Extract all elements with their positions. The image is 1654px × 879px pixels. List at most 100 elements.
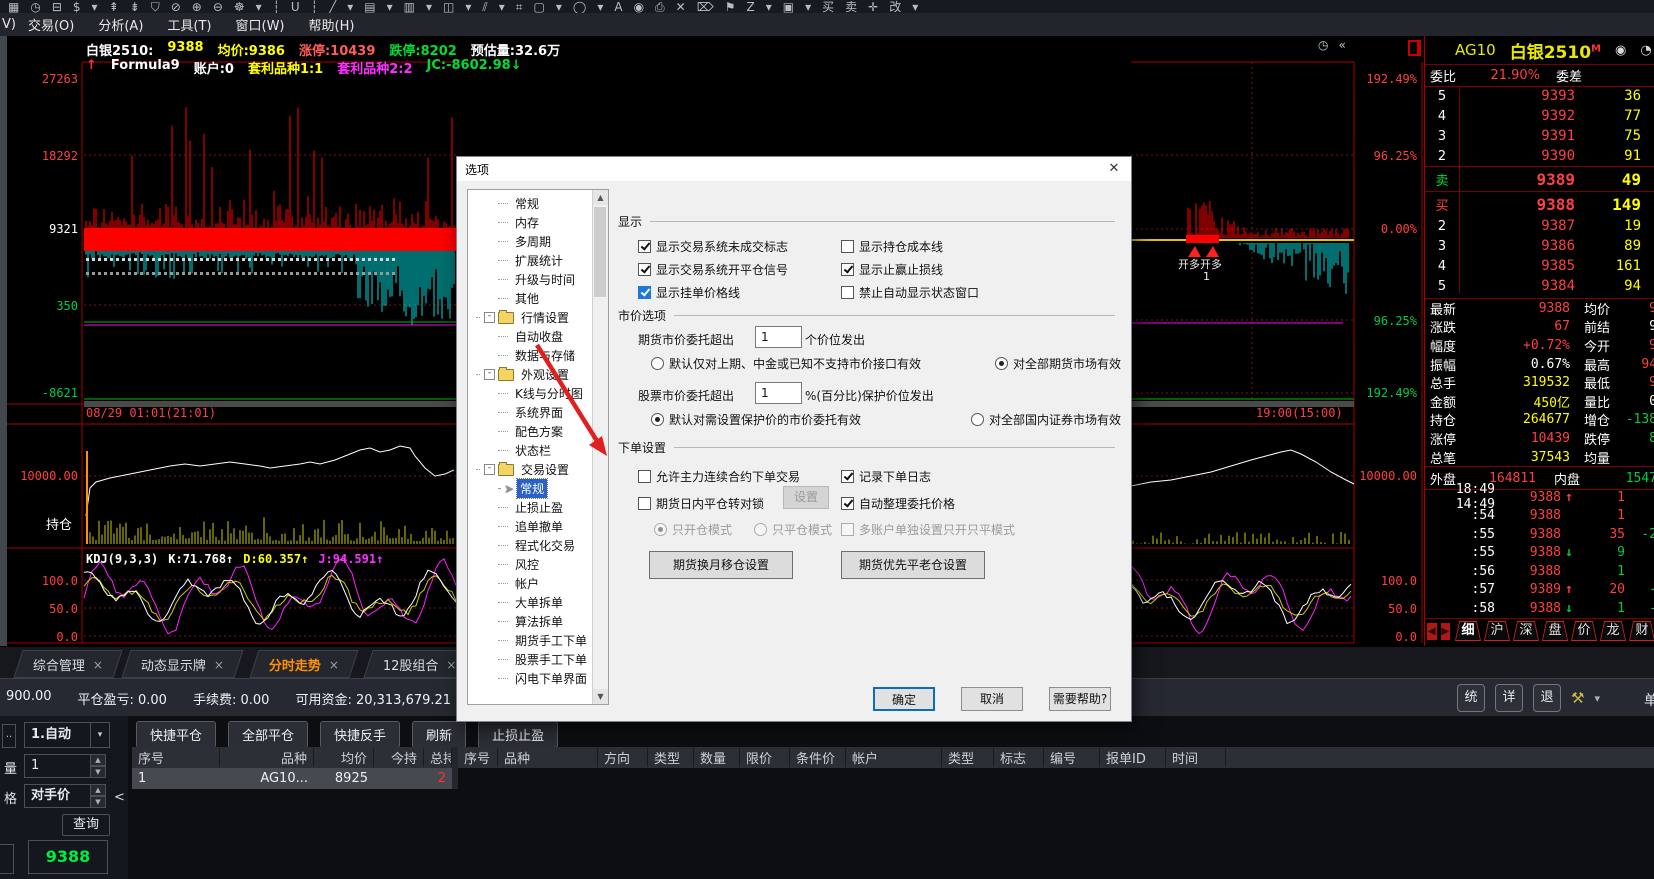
scrollbar-thumb[interactable] bbox=[594, 207, 606, 297]
close-tab-icon[interactable]: × bbox=[329, 657, 339, 671]
settings-button[interactable]: 期货换月移仓设置 bbox=[649, 551, 793, 579]
toolbar-icon[interactable]: ⛉ bbox=[151, 0, 160, 13]
order-checkbox[interactable]: 记录下单日志 bbox=[841, 463, 955, 490]
chevron-down-icon[interactable]: ▾ bbox=[1594, 692, 1600, 705]
page-tab[interactable]: 动态显示牌× bbox=[121, 650, 243, 678]
tree-item[interactable]: ➤ K线与分时图 bbox=[468, 384, 590, 403]
toolbar-icon[interactable]: 改 bbox=[889, 0, 901, 13]
toolbar-icon[interactable]: ▾ bbox=[465, 0, 471, 13]
tree-item[interactable]: ➤ 期货手工下单 bbox=[468, 631, 590, 650]
toolbar-icon[interactable]: ◫ bbox=[443, 0, 454, 13]
toolbar-icon[interactable]: 卖 bbox=[845, 0, 857, 13]
quote-tab[interactable]: 财 bbox=[1629, 621, 1654, 641]
display-checkbox[interactable]: 显示止赢止损线 bbox=[841, 258, 979, 281]
toolbar-icon[interactable]: ✛ bbox=[868, 0, 878, 13]
quote-tab[interactable]: 沪 bbox=[1484, 621, 1510, 641]
futures-scope-radio[interactable]: 默认仅对上期、中金或已知不支持市价接口有效 bbox=[651, 355, 921, 372]
status-button[interactable]: 详 bbox=[1495, 684, 1523, 712]
dialog-footer-button[interactable]: 需要帮助? bbox=[1049, 687, 1111, 711]
ask-row[interactable]: 4939277 bbox=[1425, 106, 1654, 126]
stock-percent-input[interactable]: 1 bbox=[755, 382, 802, 404]
query-button[interactable]: 查询 bbox=[62, 814, 110, 836]
quote-tab[interactable]: 盘 bbox=[1542, 621, 1568, 641]
tree-item[interactable]: ➤ 其他 bbox=[468, 289, 590, 308]
toolbar-icon[interactable]: ▢ bbox=[534, 0, 545, 13]
order-checkbox[interactable]: 自动整理委托价格 bbox=[841, 490, 955, 517]
toolbar-icon[interactable]: ◯ bbox=[573, 0, 586, 13]
menu-item[interactable]: 分析(A) bbox=[86, 15, 155, 34]
mode-radio[interactable]: 只平仓模式 bbox=[754, 521, 832, 538]
scroll-left-icon[interactable]: ◀ bbox=[1427, 623, 1437, 640]
column-header[interactable]: 类型 bbox=[648, 748, 694, 767]
tree-item[interactable]: ➤ 追单撤单 bbox=[468, 517, 590, 536]
price-type-input[interactable]: 对手价 bbox=[24, 784, 92, 808]
bid-row[interactable]: 2938719 bbox=[1425, 216, 1654, 236]
quick-action-button[interactable]: 刷新 bbox=[412, 721, 466, 748]
column-header[interactable]: 今持 bbox=[374, 748, 424, 767]
column-header[interactable]: 品种 bbox=[220, 748, 314, 767]
toolbar-icon[interactable]: ◷ bbox=[30, 0, 40, 13]
dialog-footer-button[interactable]: 取消 bbox=[961, 687, 1023, 711]
menu-item[interactable]: 窗口(W) bbox=[224, 15, 297, 34]
tree-item[interactable]: ➤ 帐户 bbox=[468, 574, 590, 593]
bid-row[interactable]: 49385161 bbox=[1425, 256, 1654, 276]
page-tab[interactable]: 综合管理× bbox=[13, 650, 122, 678]
tree-item[interactable]: ➤ 大单拆单 bbox=[468, 593, 590, 612]
column-header[interactable]: 数量 bbox=[694, 748, 740, 767]
tree-item[interactable]: ➤ 风控 bbox=[468, 555, 590, 574]
toolbar-icon[interactable]: ◉ bbox=[634, 0, 644, 13]
quantity-input[interactable]: 1 bbox=[24, 754, 92, 778]
ask-row[interactable]: 5939336 bbox=[1425, 86, 1654, 106]
display-checkbox[interactable]: 显示挂单价格线 bbox=[638, 281, 788, 304]
tree-item[interactable]: ➤ 闪电下单界面 bbox=[468, 669, 590, 688]
toolbar-icon[interactable]: ▤ bbox=[364, 0, 375, 13]
toolbar-icon[interactable]: $ bbox=[73, 0, 81, 13]
tree-item[interactable]: ➤ 系统界面 bbox=[468, 403, 590, 422]
toolbar-icon[interactable]: ⇟ bbox=[130, 0, 140, 13]
radar-icon[interactable]: ◉ bbox=[1615, 43, 1626, 58]
menu-item[interactable]: 交易(O) bbox=[16, 15, 86, 34]
column-header[interactable]: 总持 bbox=[424, 748, 452, 767]
quick-action-button[interactable]: 快捷反手 bbox=[320, 721, 400, 748]
quote-tab[interactable]: 龙 bbox=[1600, 621, 1626, 641]
column-header[interactable]: 标志 bbox=[994, 748, 1044, 767]
ask-row[interactable]: 3939175 bbox=[1425, 126, 1654, 146]
display-checkbox[interactable]: 显示交易系统开平仓信号 bbox=[638, 258, 788, 281]
toolbar-icon[interactable]: ▾ bbox=[426, 0, 432, 13]
order-checkbox[interactable]: 期货日内平仓转对锁 bbox=[638, 490, 800, 517]
toolbar-icon[interactable]: ▾ bbox=[387, 0, 393, 13]
dialog-footer-button[interactable]: 确定 bbox=[873, 687, 935, 711]
stock-scope-radio[interactable]: 默认对需设置保护价的市价委托有效 bbox=[651, 411, 861, 428]
bid-row[interactable]: 3938689 bbox=[1425, 236, 1654, 256]
toolbar-icon[interactable]: 买 bbox=[822, 0, 834, 13]
toolbar-icon[interactable]: A bbox=[614, 0, 622, 13]
stock-scope-radio[interactable]: 对全部国内证券市场有效 bbox=[971, 411, 1121, 428]
tree-item[interactable]: ➤ 股票手工下单 bbox=[468, 650, 590, 669]
expand-icon[interactable] bbox=[484, 369, 495, 380]
column-header[interactable]: 时间 bbox=[1166, 748, 1226, 767]
tree-item[interactable]: ➤ 行情设置 bbox=[468, 308, 590, 327]
settings-button[interactable]: 期货优先平老仓设置 bbox=[841, 551, 985, 579]
quote-tab[interactable]: 价 bbox=[1571, 621, 1597, 641]
clock-icon[interactable]: ◷ bbox=[1318, 38, 1328, 52]
tree-item[interactable]: ➤ 升级与时间 bbox=[468, 270, 590, 289]
toolbar-icon[interactable]: ▾ bbox=[347, 0, 353, 13]
tree-item[interactable]: ➤ 多周期 bbox=[468, 232, 590, 251]
quick-action-button[interactable]: 全部平仓 bbox=[228, 721, 308, 748]
quick-action-button[interactable]: 止损止盈 bbox=[478, 721, 558, 748]
toolbar-icon[interactable]: ⌦ bbox=[697, 0, 714, 13]
toolbar-icon[interactable]: ⌗ bbox=[516, 0, 523, 13]
display-checkbox[interactable]: 显示持仓成本线 bbox=[841, 235, 979, 258]
toolbar-icon[interactable]: Z bbox=[746, 0, 754, 13]
display-checkbox[interactable]: 显示交易系统未成交标志 bbox=[638, 235, 788, 258]
order-mode-select[interactable]: 1.自动 bbox=[24, 722, 98, 748]
tree-item[interactable]: ➤ 配色方案 bbox=[468, 422, 590, 441]
window-layout-icon[interactable] bbox=[1408, 40, 1421, 56]
futures-ticks-input[interactable]: 1 bbox=[755, 326, 802, 348]
tree-item[interactable]: ➤ 常规 bbox=[468, 194, 590, 213]
multi-account-checkbox[interactable]: 多账户单独设置只开只平模式 bbox=[841, 521, 1015, 538]
toolbar-icon[interactable]: ☸ bbox=[234, 0, 245, 13]
bid-row[interactable]: 5938494 bbox=[1425, 276, 1654, 296]
column-header[interactable]: 报单ID bbox=[1100, 748, 1166, 767]
toolbar-icon[interactable]: ▥ bbox=[404, 0, 415, 13]
